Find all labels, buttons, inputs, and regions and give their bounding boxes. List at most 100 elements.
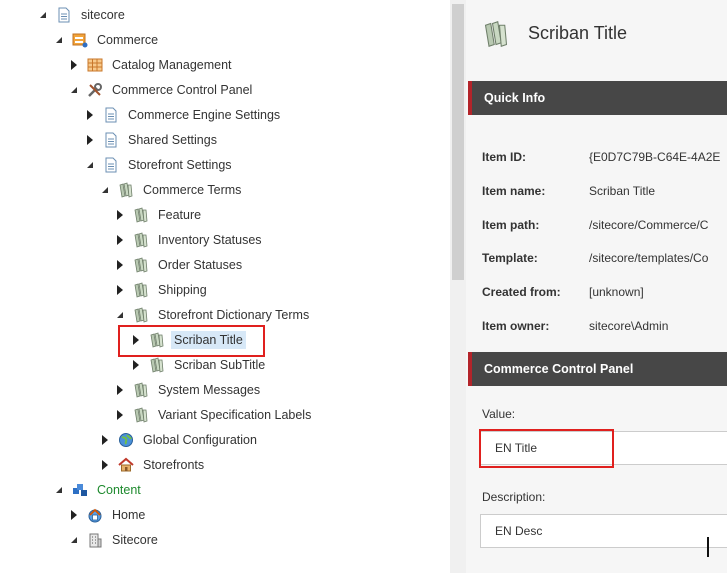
tags-icon xyxy=(133,382,149,398)
home-icon xyxy=(118,457,134,473)
info-row-template: Template: /sitecore/templates/Co xyxy=(482,248,708,268)
collapse-arrow-icon[interactable] xyxy=(54,35,64,45)
tree-node-label: Storefront Dictionary Terms xyxy=(158,308,310,322)
tree-node-label: Shipping xyxy=(158,283,207,297)
tree-node-label: Feature xyxy=(158,208,202,222)
tree-node-storefront-settings[interactable]: Storefront Settings xyxy=(85,154,235,176)
section-quick-info[interactable]: Quick Info xyxy=(468,81,727,115)
expand-arrow-icon[interactable] xyxy=(100,460,110,470)
info-row-item-owner: Item owner: sitecore\Admin xyxy=(482,316,668,336)
tree-node-label: Order Statuses xyxy=(158,258,243,272)
content-icon xyxy=(72,482,88,498)
info-value[interactable]: /sitecore/templates/Co xyxy=(589,251,708,265)
tree-node-inventory-statuses[interactable]: Inventory Statuses xyxy=(115,229,265,251)
info-key: Item path: xyxy=(482,218,540,232)
tree-node-feature[interactable]: Feature xyxy=(115,204,204,226)
tree-node-label: Global Configuration xyxy=(143,433,257,447)
value-label: Value: xyxy=(482,407,516,421)
tree-node-shipping[interactable]: Shipping xyxy=(115,279,210,301)
expand-arrow-icon[interactable] xyxy=(115,385,125,395)
content-tree: sitecore Commerce Catalog Management Com… xyxy=(0,0,450,573)
expand-arrow-icon[interactable] xyxy=(69,510,79,520)
tree-node-system-messages[interactable]: System Messages xyxy=(115,379,263,401)
info-key: Item owner: xyxy=(482,319,550,333)
tree-node-label: Content xyxy=(97,483,141,497)
tree-node-storefront-dictionary-terms[interactable]: Storefront Dictionary Terms xyxy=(115,304,312,326)
info-value[interactable]: /sitecore/Commerce/C xyxy=(589,218,708,232)
text-cursor xyxy=(707,537,709,557)
tree-node-label: Scriban SubTitle xyxy=(174,358,266,372)
tree-node-home[interactable]: Home xyxy=(69,504,148,526)
expand-arrow-icon[interactable] xyxy=(69,60,79,70)
expand-arrow-icon[interactable] xyxy=(85,135,95,145)
collapse-arrow-icon[interactable] xyxy=(115,310,125,320)
tree-node-order-statuses[interactable]: Order Statuses xyxy=(115,254,245,276)
section-commerce-control-panel[interactable]: Commerce Control Panel xyxy=(468,352,727,386)
collapse-arrow-icon[interactable] xyxy=(100,185,110,195)
document-icon xyxy=(56,7,72,23)
tree-scrollbar[interactable] xyxy=(450,0,466,573)
tags-icon xyxy=(133,307,149,323)
collapse-arrow-icon[interactable] xyxy=(69,85,79,95)
expand-arrow-icon[interactable] xyxy=(115,235,125,245)
info-row-created-from: Created from: [unknown] xyxy=(482,282,644,302)
info-row-item-path: Item path: /sitecore/Commerce/C xyxy=(482,215,708,235)
tree-node-label: Commerce Terms xyxy=(143,183,242,197)
description-label: Description: xyxy=(482,490,546,504)
info-key: Template: xyxy=(482,251,538,265)
document-icon xyxy=(103,157,119,173)
tree-node-scriban-subtitle[interactable]: Scriban SubTitle xyxy=(131,354,268,376)
tree-node-global-configuration[interactable]: Global Configuration xyxy=(100,429,260,451)
tree-node-label: Sitecore xyxy=(112,533,158,547)
info-value: [unknown] xyxy=(589,285,644,299)
collapse-arrow-icon[interactable] xyxy=(69,535,79,545)
commerce-icon xyxy=(72,32,88,48)
collapse-arrow-icon[interactable] xyxy=(38,10,48,20)
info-key: Item name: xyxy=(482,184,546,198)
info-key: Item ID: xyxy=(482,150,527,164)
tree-node-label: Commerce Engine Settings xyxy=(128,108,281,122)
description-field[interactable]: EN Desc xyxy=(480,514,727,548)
expand-arrow-icon[interactable] xyxy=(131,360,141,370)
expand-arrow-icon[interactable] xyxy=(115,260,125,270)
tree-node-sitecore[interactable]: sitecore xyxy=(38,4,128,26)
tree-node-label: Inventory Statuses xyxy=(158,233,262,247)
tools-icon xyxy=(87,82,103,98)
tree-node-sitecore-folder[interactable]: Sitecore xyxy=(69,529,161,551)
tree-node-shared-settings[interactable]: Shared Settings xyxy=(85,129,220,151)
tree-node-commerce-terms[interactable]: Commerce Terms xyxy=(100,179,244,201)
expand-arrow-icon[interactable] xyxy=(115,210,125,220)
expand-arrow-icon[interactable] xyxy=(85,110,95,120)
tree-node-content[interactable]: Content xyxy=(54,479,144,501)
tree-node-commerce-control-panel[interactable]: Commerce Control Panel xyxy=(69,79,255,101)
tags-icon xyxy=(133,282,149,298)
tree-node-label: Catalog Management xyxy=(112,58,232,72)
description-text: EN Desc xyxy=(495,524,543,538)
scrollbar-thumb[interactable] xyxy=(452,4,464,280)
tags-icon xyxy=(149,357,165,373)
tree-node-commerce-engine-settings[interactable]: Commerce Engine Settings xyxy=(85,104,283,126)
collapse-arrow-icon[interactable] xyxy=(85,160,95,170)
info-row-item-name: Item name: Scriban Title xyxy=(482,181,655,201)
tags-icon xyxy=(133,207,149,223)
tree-node-variant-specification-labels[interactable]: Variant Specification Labels xyxy=(115,404,314,426)
tree-node-label: Shared Settings xyxy=(128,133,217,147)
item-header: Scriban Title xyxy=(466,0,727,70)
tree-node-label: Variant Specification Labels xyxy=(158,408,312,422)
tree-node-storefronts[interactable]: Storefronts xyxy=(100,454,207,476)
tags-icon xyxy=(133,257,149,273)
tree-node-catalog-management[interactable]: Catalog Management xyxy=(69,54,235,76)
tree-node-label: Commerce xyxy=(97,33,159,47)
expand-arrow-icon[interactable] xyxy=(100,435,110,445)
tree-node-commerce[interactable]: Commerce xyxy=(54,29,161,51)
highlight-box xyxy=(479,429,614,468)
expand-arrow-icon[interactable] xyxy=(115,410,125,420)
item-title: Scriban Title xyxy=(528,23,628,43)
info-value[interactable]: {E0D7C79B-C64E-4A2E xyxy=(589,150,720,164)
document-icon xyxy=(103,107,119,123)
home-globe-icon xyxy=(87,507,103,523)
grid-icon xyxy=(87,57,103,73)
collapse-arrow-icon[interactable] xyxy=(54,485,64,495)
globe-icon xyxy=(118,432,134,448)
expand-arrow-icon[interactable] xyxy=(115,285,125,295)
